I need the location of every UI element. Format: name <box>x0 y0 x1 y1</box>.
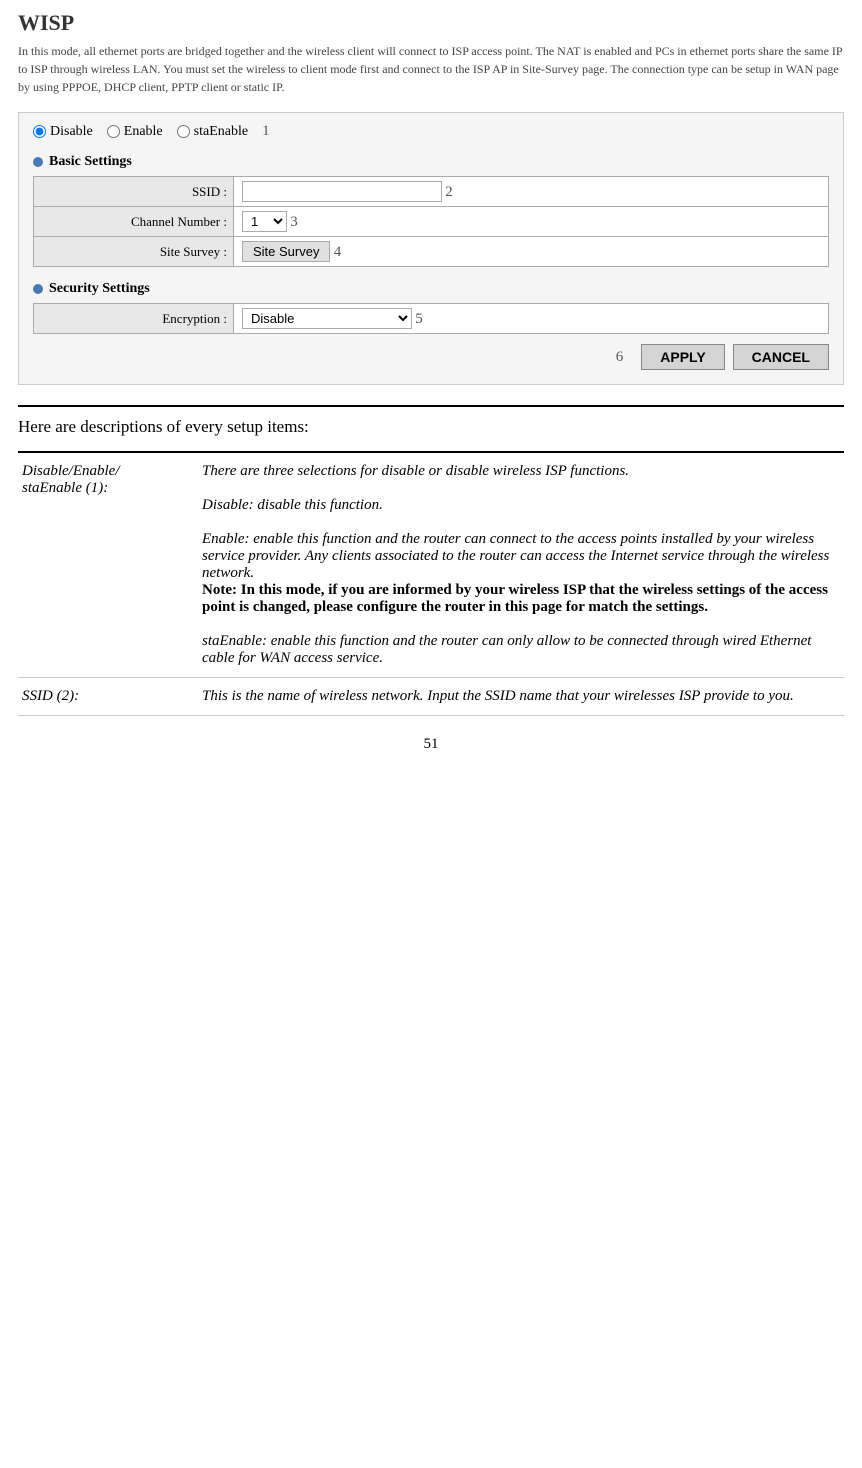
desc-term-1: Disable/Enable/staEnable (1): <box>18 452 198 678</box>
channel-select[interactable]: 1 2 3 4 5 6 7 8 9 10 11 <box>242 211 287 232</box>
encryption-value-cell: Disable WEP WPA WPA2 5 <box>234 304 829 334</box>
channel-value-cell: 1 2 3 4 5 6 7 8 9 10 11 3 <box>234 207 829 237</box>
desc-def-2: This is the name of wireless network. In… <box>198 678 844 716</box>
ssid-value-cell: 2 <box>234 177 829 207</box>
action-row: 6 APPLY CANCEL <box>33 344 829 370</box>
security-settings-label: Security Settings <box>33 281 829 297</box>
page-number: 51 <box>18 736 844 753</box>
desc-intro: Here are descriptions of every setup ite… <box>18 417 844 437</box>
enable-radio-label[interactable]: Enable <box>107 124 163 140</box>
encryption-select[interactable]: Disable WEP WPA WPA2 <box>242 308 412 329</box>
encryption-label: Encryption : <box>34 304 234 334</box>
ssid-label: SSID : <box>34 177 234 207</box>
security-settings-bullet <box>33 284 43 294</box>
apply-button[interactable]: APPLY <box>641 344 724 370</box>
annotation-2: 2 <box>445 184 453 200</box>
channel-row: Channel Number : 1 2 3 4 5 6 7 8 9 10 11 <box>34 207 829 237</box>
channel-label: Channel Number : <box>34 207 234 237</box>
disable-radio[interactable] <box>33 125 46 138</box>
staenable-radio-label[interactable]: staEnable <box>177 124 248 140</box>
staenable-label: staEnable <box>194 124 248 140</box>
desc-term-2: SSID (2): <box>18 678 198 716</box>
disable-label: Disable <box>50 124 93 140</box>
config-box: Disable Enable staEnable 1 Basic Setting… <box>18 112 844 385</box>
desc-row-2: SSID (2): This is the name of wireless n… <box>18 678 844 716</box>
site-survey-row: Site Survey : Site Survey 4 <box>34 237 829 267</box>
site-survey-button[interactable]: Site Survey <box>242 241 330 262</box>
site-survey-value-cell: Site Survey 4 <box>234 237 829 267</box>
desc-def-1: There are three selections for disable o… <box>198 452 844 678</box>
security-settings-table: Encryption : Disable WEP WPA WPA2 5 <box>33 303 829 334</box>
page-content: WISP In this mode, all ethernet ports ar… <box>0 0 862 783</box>
wisp-title: WISP <box>18 10 844 36</box>
desc-table: Disable/Enable/staEnable (1): There are … <box>18 451 844 716</box>
basic-settings-bullet <box>33 157 43 167</box>
disable-radio-label[interactable]: Disable <box>33 124 93 140</box>
radio-row: Disable Enable staEnable 1 <box>33 123 829 140</box>
staenable-radio[interactable] <box>177 125 190 138</box>
desc-row-1: Disable/Enable/staEnable (1): There are … <box>18 452 844 678</box>
annotation-6: 6 <box>616 349 624 366</box>
basic-settings-table: SSID : 2 Channel Number : 1 2 3 4 5 6 <box>33 176 829 267</box>
divider-top <box>18 405 844 407</box>
annotation-4: 4 <box>334 244 342 260</box>
annotation-3: 3 <box>290 214 298 230</box>
wisp-description: In this mode, all ethernet ports are bri… <box>18 42 844 96</box>
basic-settings-label: Basic Settings <box>33 154 829 170</box>
security-section: Security Settings Encryption : Disable W… <box>33 281 829 334</box>
ssid-row: SSID : 2 <box>34 177 829 207</box>
enable-label: Enable <box>124 124 163 140</box>
cancel-button[interactable]: CANCEL <box>733 344 829 370</box>
ssid-input[interactable] <box>242 181 442 202</box>
annotation-1: 1 <box>262 123 270 140</box>
enable-radio[interactable] <box>107 125 120 138</box>
encryption-row: Encryption : Disable WEP WPA WPA2 5 <box>34 304 829 334</box>
site-survey-label: Site Survey : <box>34 237 234 267</box>
annotation-5: 5 <box>415 311 423 327</box>
